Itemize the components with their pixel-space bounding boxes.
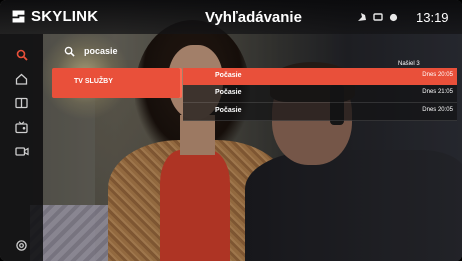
results-list: Počasie Dnes 20:05 Počasie Dnes 21:05 Po… <box>183 68 457 121</box>
book-icon <box>15 97 28 109</box>
category-tv-services[interactable]: TV SLUŽBY <box>52 68 180 98</box>
nav-recordings[interactable] <box>0 140 43 162</box>
result-time: Dnes 20:05 <box>422 72 453 78</box>
search-field-icon <box>64 46 75 57</box>
nav-home[interactable] <box>0 68 43 90</box>
nav-library[interactable] <box>0 92 43 114</box>
search-query[interactable]: pocasie <box>84 46 118 56</box>
brand-logo: SKYLINK <box>10 8 98 25</box>
result-row[interactable]: Počasie Dnes 21:05 <box>183 85 457 103</box>
brand-name: SKYLINK <box>31 8 99 25</box>
result-title: Počasie <box>215 72 242 79</box>
nav-settings[interactable] <box>0 234 43 256</box>
result-title: Počasie <box>215 89 242 96</box>
screen: SKYLINK Vyhľadávanie 13:19 pocasie Našie… <box>0 0 462 261</box>
signal-icon <box>358 13 366 21</box>
result-title: Počasie <box>215 107 242 114</box>
result-time: Dnes 20:05 <box>422 107 453 113</box>
nav-search[interactable] <box>0 44 43 66</box>
tv-icon <box>15 120 28 133</box>
dot-icon <box>389 13 398 21</box>
record-icon <box>373 13 383 21</box>
category-label: TV SLUŽBY <box>74 78 113 85</box>
page-title: Vyhľadávanie <box>205 9 302 26</box>
top-header: SKYLINK Vyhľadávanie 13:19 <box>0 0 462 34</box>
nav-tv[interactable] <box>0 116 43 138</box>
skylink-logo-icon <box>12 10 25 23</box>
search-icon <box>16 49 28 61</box>
camera-icon <box>14 146 29 156</box>
result-row[interactable]: Počasie Dnes 20:05 <box>183 103 457 121</box>
search-field-icon-wrap <box>64 46 75 57</box>
result-time: Dnes 21:05 <box>422 89 453 95</box>
left-nav-rail <box>0 34 43 261</box>
results-count: Našiel 3 <box>398 61 420 67</box>
clock: 13:19 <box>416 10 449 25</box>
result-row[interactable]: Počasie Dnes 20:05 <box>183 68 457 85</box>
home-icon <box>15 73 28 85</box>
status-icons <box>357 12 398 22</box>
settings-icon <box>16 239 27 251</box>
